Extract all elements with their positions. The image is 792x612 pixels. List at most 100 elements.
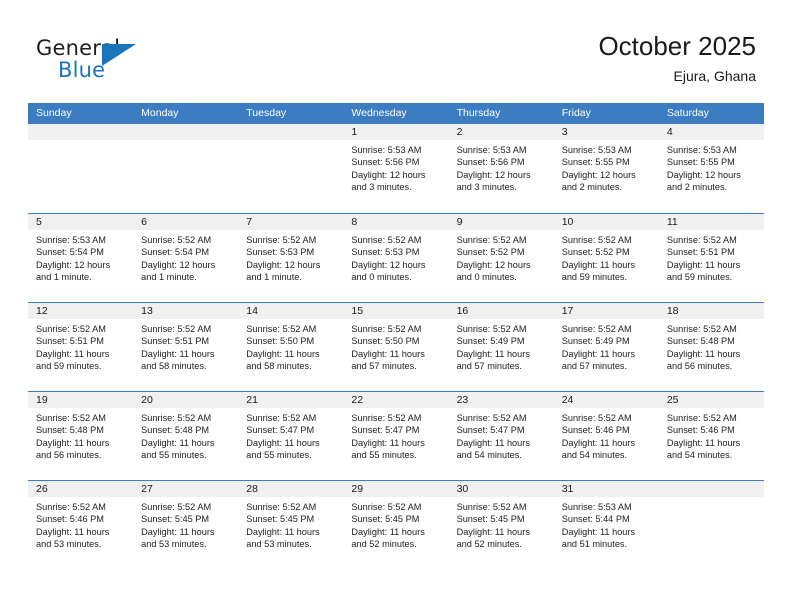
day-number: 15	[343, 303, 449, 319]
day-number: 31	[553, 481, 659, 497]
sunset-time: Sunset: 5:48 PM	[36, 425, 104, 436]
sunrise-time: Sunrise: 5:53 AM	[456, 145, 527, 155]
day-details: Sunrise: 5:52 AM Sunset: 5:46 PM Daylight:…	[554, 408, 659, 462]
day-details: Sunrise: 5:53 AM Sunset: 5:44 PM Daylight:…	[554, 497, 659, 551]
day-details: Sunrise: 5:53 AM Sunset: 5:55 PM Daylight:…	[659, 140, 764, 194]
sunset-time: Sunset: 5:47 PM	[351, 425, 420, 436]
sunset-time: Sunset: 5:47 PM	[456, 425, 525, 436]
sunset-time: Sunset: 5:46 PM	[561, 425, 630, 436]
calendar-day-cell[interactable]: 29 Sunrise: 5:52 AM Sunset: 5:45 PM Dayligh…	[343, 481, 449, 569]
daylight-duration-line1: Daylight: 11 hours	[36, 348, 110, 359]
calendar-day-cell[interactable]: 25 Sunrise: 5:52 AM Sunset: 5:46 PM Dayligh…	[658, 392, 764, 480]
daylight-duration-line2: and 53 minutes.	[141, 539, 207, 550]
calendar-day-cell-empty	[28, 124, 134, 213]
calendar-day-cell[interactable]: 7 Sunrise: 5:52 AM Sunset: 5:53 PM Daylight…	[238, 214, 344, 302]
calendar-week-row: 5 Sunrise: 5:53 AM Sunset: 5:54 PM Daylight…	[28, 213, 764, 302]
calendar-day-cell[interactable]: 11 Sunrise: 5:52 AM Sunset: 5:51 PM Dayligh…	[658, 214, 764, 302]
day-details: Sunrise: 5:52 AM Sunset: 5:53 PM Daylight:…	[238, 230, 343, 284]
calendar-day-cell[interactable]: 13 Sunrise: 5:52 AM Sunset: 5:51 PM Dayligh…	[133, 303, 239, 391]
sunset-time: Sunset: 5:52 PM	[561, 247, 630, 258]
calendar-day-cell[interactable]: 8 Sunrise: 5:52 AM Sunset: 5:53 PM Daylight…	[343, 214, 449, 302]
daylight-duration-line2: and 57 minutes.	[561, 361, 628, 372]
daylight-duration-line2: and 58 minutes.	[141, 361, 207, 372]
calendar-day-cell[interactable]: 28 Sunrise: 5:52 AM Sunset: 5:45 PM Dayligh…	[238, 481, 344, 569]
calendar-day-cell[interactable]: 9 Sunrise: 5:52 AM Sunset: 5:52 PM Daylight…	[448, 214, 554, 302]
calendar-day-cell[interactable]: 27 Sunrise: 5:52 AM Sunset: 5:45 PM Dayligh…	[133, 481, 239, 569]
calendar-day-cell[interactable]: 3 Sunrise: 5:53 AM Sunset: 5:55 PM Daylight…	[553, 124, 659, 213]
calendar-weeks: 1 Sunrise: 5:53 AM Sunset: 5:56 PM Daylight…	[28, 124, 764, 569]
sunset-time: Sunset: 5:54 PM	[36, 247, 104, 258]
calendar-day-cell[interactable]: 23 Sunrise: 5:52 AM Sunset: 5:47 PM Dayligh…	[448, 392, 554, 480]
sunset-time: Sunset: 5:46 PM	[36, 514, 104, 525]
daylight-duration-line2: and 58 minutes.	[246, 361, 312, 372]
day-number: 30	[448, 481, 554, 497]
calendar-day-cell[interactable]: 31 Sunrise: 5:53 AM Sunset: 5:44 PM Dayligh…	[553, 481, 659, 569]
day-number: 13	[133, 303, 239, 319]
day-details: Sunrise: 5:52 AM Sunset: 5:49 PM Daylight:…	[449, 319, 554, 373]
day-number: 20	[133, 392, 239, 408]
daylight-duration-line1: Daylight: 11 hours	[666, 259, 741, 270]
calendar-day-cell[interactable]: 4 Sunrise: 5:53 AM Sunset: 5:55 PM Daylight…	[658, 124, 764, 213]
day-details: Sunrise: 5:52 AM Sunset: 5:51 PM Daylight:…	[133, 319, 238, 373]
weekday-tuesday: Tuesday	[246, 107, 287, 119]
calendar-day-cell[interactable]: 12 Sunrise: 5:52 AM Sunset: 5:51 PM Dayligh…	[28, 303, 134, 391]
daylight-duration-line1: Daylight: 12 hours	[141, 259, 216, 270]
calendar-day-cell[interactable]: 26 Sunrise: 5:52 AM Sunset: 5:46 PM Dayligh…	[28, 481, 134, 569]
sunset-time: Sunset: 5:51 PM	[141, 336, 210, 347]
calendar-day-cell[interactable]: 18 Sunrise: 5:52 AM Sunset: 5:48 PM Dayligh…	[658, 303, 764, 391]
sunset-time: Sunset: 5:45 PM	[141, 514, 210, 525]
daylight-duration-line2: and 56 minutes.	[36, 450, 102, 461]
daylight-duration-line2: and 52 minutes.	[456, 539, 522, 550]
daylight-duration-line2: and 1 minute.	[246, 272, 302, 283]
day-number: 28	[238, 481, 344, 497]
daylight-duration-line1: Daylight: 12 hours	[351, 169, 426, 180]
sunset-time: Sunset: 5:48 PM	[666, 336, 735, 347]
calendar-day-cell[interactable]: 15 Sunrise: 5:52 AM Sunset: 5:50 PM Dayligh…	[343, 303, 449, 391]
daylight-duration-line1: Daylight: 11 hours	[141, 348, 215, 359]
calendar-day-cell[interactable]: 5 Sunrise: 5:53 AM Sunset: 5:54 PM Daylight…	[28, 214, 134, 302]
calendar-day-cell[interactable]: 1 Sunrise: 5:53 AM Sunset: 5:56 PM Daylight…	[343, 124, 449, 213]
sunset-time: Sunset: 5:56 PM	[456, 157, 525, 168]
calendar-day-cell[interactable]: 10 Sunrise: 5:52 AM Sunset: 5:52 PM Dayligh…	[553, 214, 659, 302]
daylight-duration-line2: and 3 minutes.	[351, 182, 412, 193]
day-details: Sunrise: 5:52 AM Sunset: 5:52 PM Daylight:…	[449, 230, 554, 284]
sunrise-time: Sunrise: 5:52 AM	[456, 235, 527, 245]
daylight-duration-line1: Daylight: 11 hours	[666, 437, 741, 448]
day-number: 25	[658, 392, 764, 408]
daylight-duration-line1: Daylight: 12 hours	[456, 259, 531, 270]
day-number	[238, 124, 344, 140]
weekday-saturday: Saturday	[666, 107, 709, 119]
day-details: Sunrise: 5:52 AM Sunset: 5:50 PM Daylight:…	[238, 319, 343, 373]
calendar-day-cell[interactable]: 2 Sunrise: 5:53 AM Sunset: 5:56 PM Daylight…	[448, 124, 554, 213]
calendar-day-cell[interactable]: 21 Sunrise: 5:52 AM Sunset: 5:47 PM Dayligh…	[238, 392, 344, 480]
calendar-day-cell[interactable]: 19 Sunrise: 5:52 AM Sunset: 5:48 PM Dayligh…	[28, 392, 134, 480]
sunrise-time: Sunrise: 5:53 AM	[351, 145, 422, 155]
day-number: 8	[343, 214, 449, 230]
logo-text-blue: Blue	[58, 58, 106, 82]
sunset-time: Sunset: 5:53 PM	[246, 247, 315, 258]
calendar-day-cell[interactable]: 30 Sunrise: 5:52 AM Sunset: 5:45 PM Dayligh…	[448, 481, 554, 569]
daylight-duration-line1: Daylight: 11 hours	[351, 437, 425, 448]
daylight-duration-line1: Daylight: 12 hours	[456, 169, 531, 180]
daylight-duration-line1: Daylight: 11 hours	[246, 437, 320, 448]
calendar-day-cell[interactable]: 17 Sunrise: 5:52 AM Sunset: 5:49 PM Dayligh…	[553, 303, 659, 391]
day-details: Sunrise: 5:52 AM Sunset: 5:46 PM Daylight:…	[659, 408, 764, 462]
day-number: 24	[553, 392, 659, 408]
calendar-day-cell[interactable]: 22 Sunrise: 5:52 AM Sunset: 5:47 PM Dayligh…	[343, 392, 449, 480]
day-details: Sunrise: 5:52 AM Sunset: 5:51 PM Daylight:…	[28, 319, 133, 373]
sunset-time: Sunset: 5:51 PM	[36, 336, 104, 347]
daylight-duration-line2: and 57 minutes.	[456, 361, 522, 372]
day-details: Sunrise: 5:53 AM Sunset: 5:56 PM Daylight:…	[343, 140, 448, 194]
calendar-day-cell[interactable]: 16 Sunrise: 5:52 AM Sunset: 5:49 PM Dayligh…	[448, 303, 554, 391]
calendar-day-cell[interactable]: 20 Sunrise: 5:52 AM Sunset: 5:48 PM Dayligh…	[133, 392, 239, 480]
daylight-duration-line2: and 1 minute.	[36, 272, 92, 283]
calendar-day-cell[interactable]: 24 Sunrise: 5:52 AM Sunset: 5:46 PM Dayligh…	[553, 392, 659, 480]
calendar-day-cell[interactable]: 14 Sunrise: 5:52 AM Sunset: 5:50 PM Dayligh…	[238, 303, 344, 391]
calendar-day-cell[interactable]: 6 Sunrise: 5:52 AM Sunset: 5:54 PM Daylight…	[133, 214, 239, 302]
day-number: 9	[448, 214, 554, 230]
day-number: 3	[553, 124, 659, 140]
day-details: Sunrise: 5:52 AM Sunset: 5:45 PM Daylight:…	[238, 497, 343, 551]
daylight-duration-line2: and 53 minutes.	[36, 539, 102, 550]
daylight-duration-line2: and 52 minutes.	[351, 539, 417, 550]
day-number	[133, 124, 239, 140]
